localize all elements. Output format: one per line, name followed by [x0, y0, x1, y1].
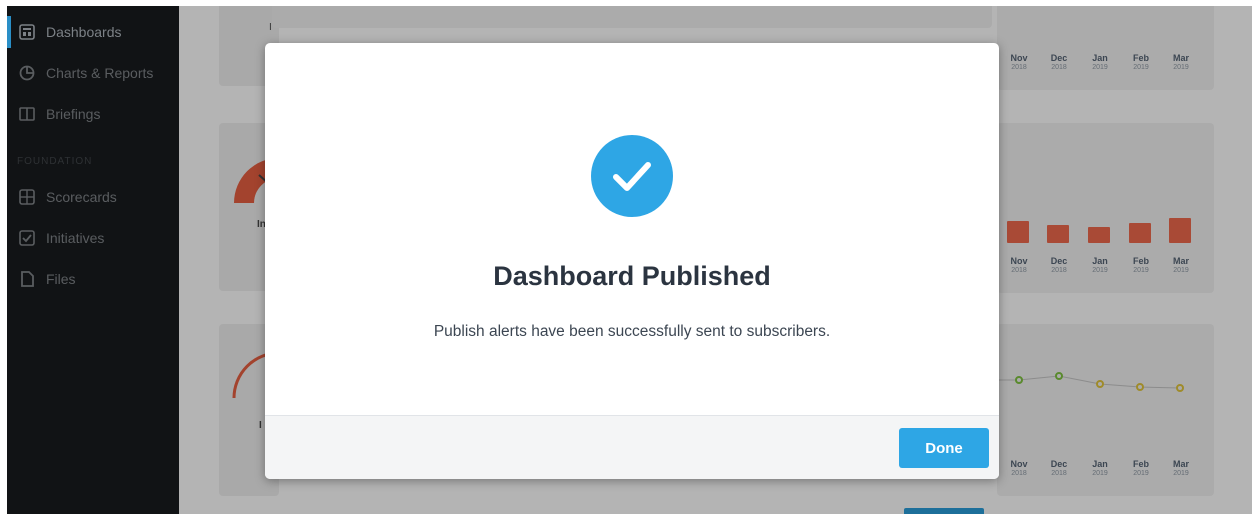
app-window: Dashboards Charts & Reports Briefings FO…	[7, 6, 1252, 514]
chart-bar	[1047, 225, 1069, 243]
tick-label: Feb 2019	[1132, 459, 1149, 478]
tick-label: Mar 2019	[1172, 53, 1189, 72]
sidebar-item-label: Files	[46, 271, 76, 287]
tick-label: Mar 2019	[1172, 459, 1189, 478]
chart-bar	[1169, 218, 1191, 243]
chart-point	[1055, 372, 1063, 380]
sidebar-item-charts-reports[interactable]: Charts & Reports	[7, 53, 179, 93]
tick-label: Dec 2018	[1050, 53, 1068, 72]
tick-label: Mar 2019	[1172, 256, 1189, 275]
background-button-partial	[904, 508, 984, 514]
sidebar-item-briefings[interactable]: Briefings	[7, 94, 179, 134]
modal-message: Publish alerts have been successfully se…	[433, 323, 831, 340]
tick-label: Nov 2018	[1010, 459, 1028, 478]
tick-label: Feb 2019	[1132, 53, 1149, 72]
chart-bar	[1129, 223, 1151, 243]
sidebar-item-label: Briefings	[46, 106, 101, 122]
check-circle-icon	[591, 135, 673, 217]
chart-panel-1-top	[272, 6, 992, 28]
sidebar-item-files[interactable]: Files	[7, 259, 179, 299]
tick-label: Jan 2019	[1092, 459, 1108, 478]
gauge-label: I	[259, 420, 262, 431]
chart-panel-1	[997, 6, 1214, 90]
chart-bar	[1007, 221, 1029, 243]
publish-success-modal: Dashboard Published Publish alerts have …	[265, 43, 999, 479]
tick-label: Dec 2018	[1050, 459, 1068, 478]
tick-label: Jan 2019	[1092, 53, 1108, 72]
tick-label: Jan 2019	[1092, 256, 1108, 275]
sidebar-item-label: Scorecards	[46, 189, 117, 205]
chart-point	[1015, 376, 1023, 384]
modal-footer: Done	[265, 415, 999, 479]
book-icon	[19, 107, 35, 121]
scorecard-icon	[19, 189, 35, 205]
chart-point	[1176, 384, 1184, 392]
tick-label: Feb 2019	[1132, 256, 1149, 275]
chart-point	[1136, 383, 1144, 391]
sidebar: Dashboards Charts & Reports Briefings FO…	[7, 6, 179, 514]
sidebar-item-scorecards[interactable]: Scorecards	[7, 177, 179, 217]
chart-bar	[1088, 227, 1110, 243]
modal-title: Dashboard Published	[493, 261, 771, 291]
sidebar-item-dashboards[interactable]: Dashboards	[7, 12, 179, 52]
tick-label: Nov 2018	[1010, 53, 1028, 72]
tick-label: Dec 2018	[1050, 256, 1068, 275]
sidebar-item-label: Charts & Reports	[46, 65, 154, 81]
checkbox-icon	[19, 230, 35, 246]
file-icon	[21, 271, 34, 287]
sidebar-section-label: FOUNDATION	[17, 156, 93, 167]
sidebar-item-label: Dashboards	[46, 24, 122, 40]
line-chart	[997, 375, 1181, 389]
sidebar-item-label: Initiatives	[46, 230, 105, 246]
dashboard-icon	[19, 24, 35, 40]
done-button[interactable]: Done	[899, 428, 989, 468]
chart-point	[1096, 380, 1104, 388]
pie-chart-icon	[19, 65, 35, 81]
tick-label: Nov 2018	[1010, 256, 1028, 275]
sidebar-item-initiatives[interactable]: Initiatives	[7, 218, 179, 258]
